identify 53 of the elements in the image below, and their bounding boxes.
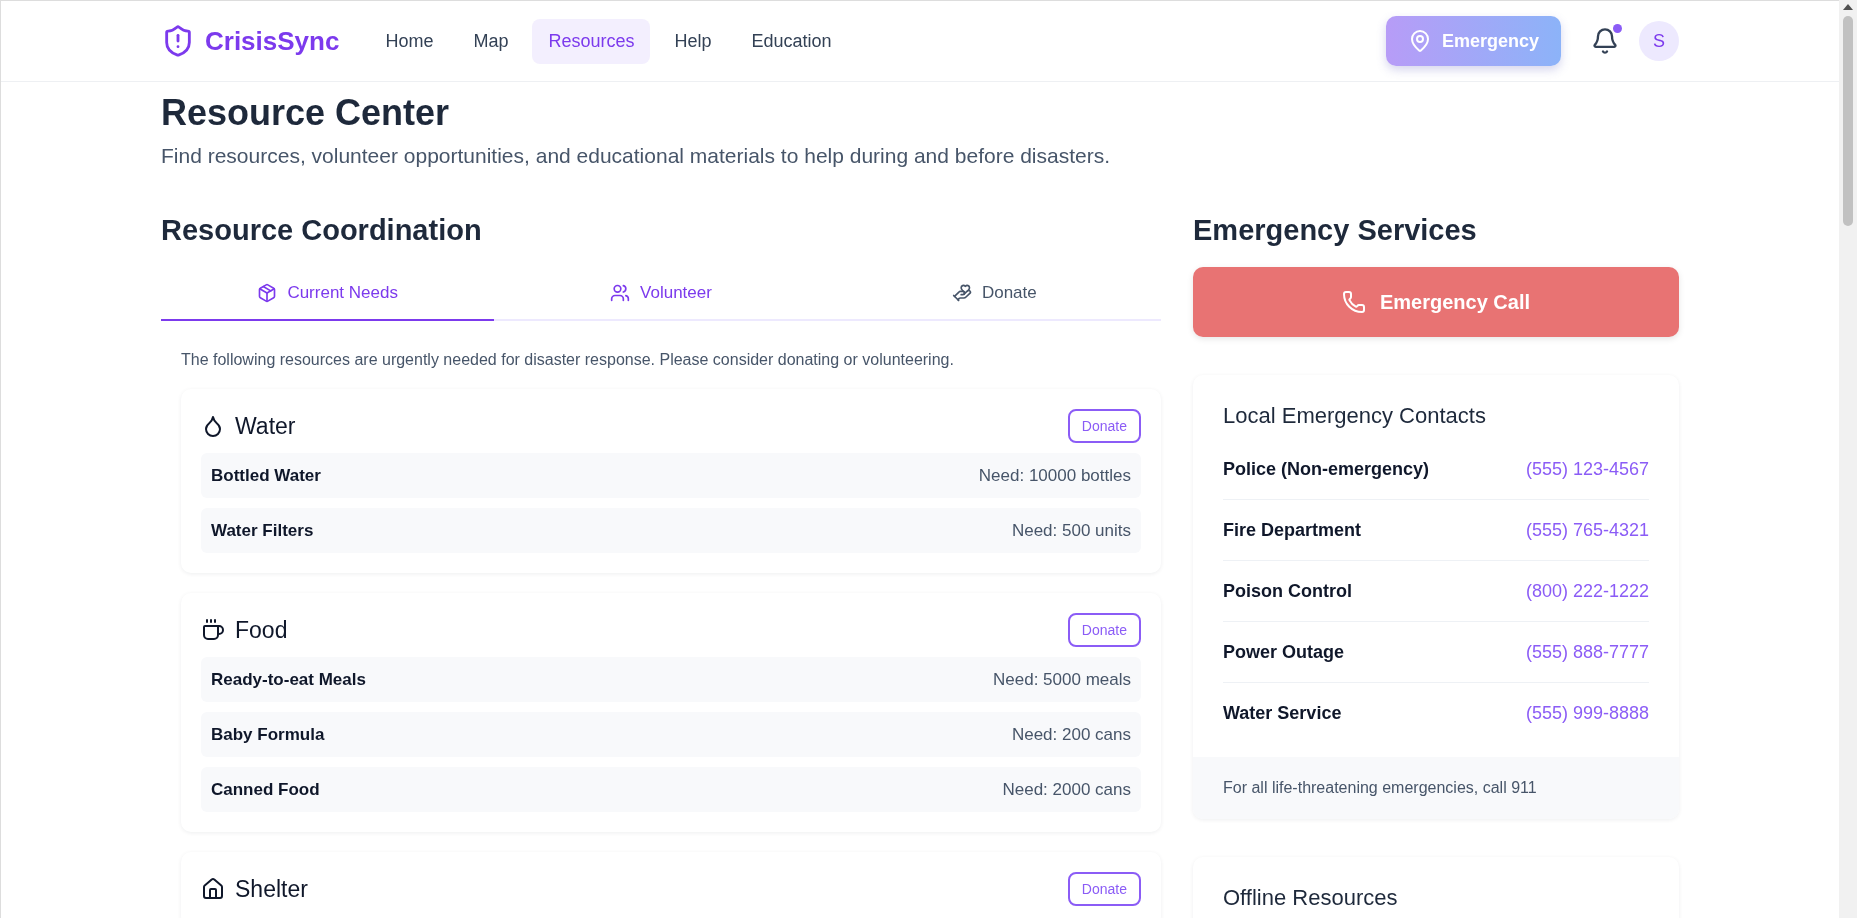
donate-button[interactable]: Donate <box>1067 872 1141 906</box>
contact-name: Power Outage <box>1223 641 1345 663</box>
resource-name: Canned Food <box>211 779 320 800</box>
category-title: Food <box>235 616 289 644</box>
tab[interactable]: Volunteer <box>494 267 828 321</box>
nav-link[interactable]: Home <box>369 18 450 64</box>
cup-icon <box>201 618 225 642</box>
resource-name: Ready-to-eat Meals <box>211 669 366 690</box>
house-icon <box>201 877 225 901</box>
page-title: Resource Center <box>161 92 451 134</box>
phone-link[interactable]: (555) 999-8888 <box>1525 702 1649 724</box>
donate-button[interactable]: Donate <box>1067 409 1141 443</box>
need-amount: Need: 500 units <box>1011 520 1131 541</box>
phone-link[interactable]: (555) 123-4567 <box>1525 458 1649 480</box>
section-heading: Emergency Services <box>1193 214 1478 247</box>
need-amount: Need: 5000 meals <box>993 669 1131 690</box>
resource-name: Baby Formula <box>211 724 325 745</box>
category-title: Shelter <box>235 875 309 903</box>
nav-link[interactable]: Help <box>658 18 728 64</box>
scrollbar[interactable] <box>1839 0 1857 918</box>
phone-link[interactable]: (555) 888-7777 <box>1525 641 1649 663</box>
description-text: The following resources are urgently needed for disaster response. Please consider donating or volunteering. <box>181 351 955 369</box>
resource-name: Water Filters <box>211 520 314 541</box>
user-avatar[interactable]: S <box>1639 21 1679 61</box>
need-amount: Need: 2000 cans <box>1002 779 1131 800</box>
card-title: Offline Resources <box>1223 885 1399 911</box>
phone-link[interactable]: (555) 765-4321 <box>1525 519 1649 541</box>
brand-name[interactable]: CrisisSync <box>205 25 340 57</box>
contact-name: Police (Non-emergency) <box>1223 458 1430 480</box>
category-title: Water <box>235 412 297 440</box>
emergency-call-button[interactable]: Emergency Call <box>1193 267 1679 337</box>
resource-name: Bottled Water <box>211 465 321 486</box>
box-icon <box>257 283 278 303</box>
donate-button[interactable]: Donate <box>1067 613 1141 647</box>
page-subtitle: Find resources, volunteer opportunities, and educational materials to help during and before disasters. <box>161 144 1112 168</box>
need-amount: Need: 10000 bottles <box>978 465 1131 486</box>
tab[interactable]: Donate <box>827 267 1161 321</box>
nav-link[interactable]: Map <box>457 18 525 64</box>
contact-name: Water Service <box>1223 702 1342 724</box>
phone-link[interactable]: (800) 222-1222 <box>1525 580 1649 602</box>
card-title: Local Emergency Contacts <box>1223 403 1487 429</box>
users-icon <box>610 283 631 303</box>
contact-name: Poison Control <box>1223 580 1352 602</box>
bell-icon[interactable] <box>1591 27 1619 55</box>
nav-link[interactable]: Resources <box>532 18 651 64</box>
nav-link[interactable]: Education <box>735 18 848 64</box>
contact-name: Fire Department <box>1223 519 1362 541</box>
emergency-note: For all life-threatening emergencies, call 911 <box>1193 757 1679 819</box>
hand-heart-icon <box>951 283 972 303</box>
need-amount: Need: 200 cans <box>1011 724 1131 745</box>
phone-icon <box>1341 290 1366 314</box>
section-heading: Resource Coordination <box>161 214 483 247</box>
tab[interactable]: Current Needs <box>161 267 495 321</box>
